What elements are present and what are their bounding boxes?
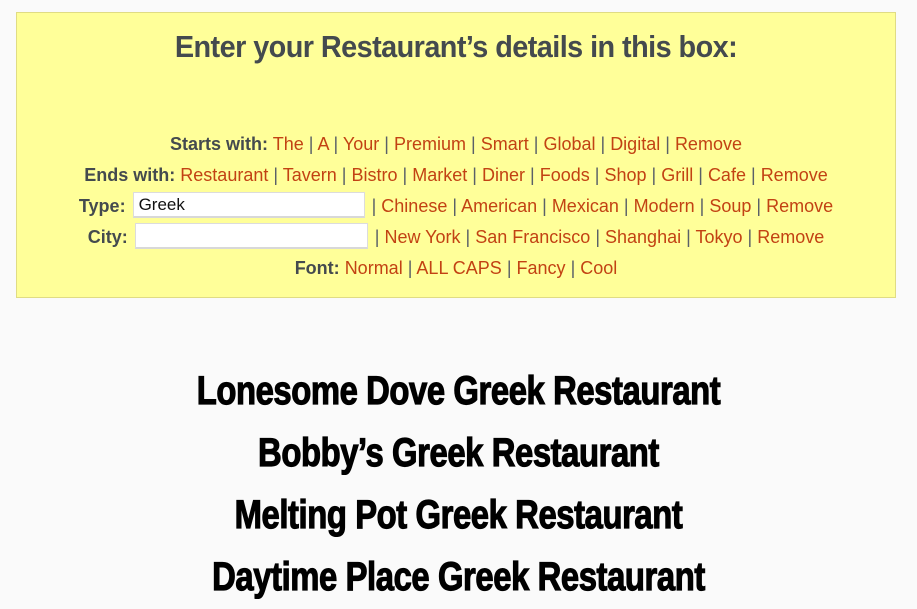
ends-with-option-tavern[interactable]: Tavern xyxy=(283,165,337,185)
type-option-chinese[interactable]: Chinese xyxy=(381,196,447,216)
type-option-american[interactable]: American xyxy=(461,196,537,216)
type-option-soup[interactable]: Soup xyxy=(709,196,751,216)
separator: | xyxy=(570,258,576,278)
city-option-san-francisco[interactable]: San Francisco xyxy=(475,227,590,247)
separator: | xyxy=(623,196,629,216)
city-remove-link[interactable]: Remove xyxy=(757,227,824,247)
starts-with-option-your[interactable]: Your xyxy=(343,134,379,154)
starts-with-label: Starts with: xyxy=(170,134,269,154)
separator: | xyxy=(308,134,314,154)
starts-with-option-digital[interactable]: Digital xyxy=(610,134,660,154)
city-option-new-york[interactable]: New York xyxy=(384,227,460,247)
ends-with-option-cafe[interactable]: Cafe xyxy=(708,165,746,185)
starts-with-option-global[interactable]: Global xyxy=(543,134,595,154)
separator: | xyxy=(698,165,703,185)
starts-with-option-smart[interactable]: Smart xyxy=(481,134,529,154)
type-option-mexican[interactable]: Mexican xyxy=(552,196,619,216)
starts-with-option-the[interactable]: The xyxy=(273,134,304,154)
separator: | xyxy=(756,196,762,216)
separator: | xyxy=(594,165,600,185)
font-option-normal[interactable]: Normal xyxy=(345,258,403,278)
generated-name: Daytime Place Greek Restaurant xyxy=(212,554,706,599)
box-title: Enter your Restaurant’s details in this … xyxy=(174,29,738,64)
separator: | xyxy=(273,165,279,185)
starts-with-row: Starts with: The | A | Your | Premium | … xyxy=(17,133,895,155)
city-option-shanghai[interactable]: Shanghai xyxy=(605,227,681,247)
separator: | xyxy=(750,165,756,185)
ends-with-option-restaurant[interactable]: Restaurant xyxy=(180,165,268,185)
separator: | xyxy=(333,134,339,154)
separator: | xyxy=(371,196,377,216)
starts-with-option-a[interactable]: A xyxy=(317,134,328,154)
separator: | xyxy=(384,134,389,154)
type-row: Type: | Chinese | American | Mexican | M… xyxy=(17,192,895,219)
starts-with-option-premium[interactable]: Premium xyxy=(394,134,466,154)
type-input[interactable] xyxy=(132,192,365,219)
separator: | xyxy=(407,258,413,278)
separator: | xyxy=(341,165,347,185)
ends-with-option-shop[interactable]: Shop xyxy=(604,165,646,185)
ends-with-label: Ends with: xyxy=(84,165,176,185)
separator: | xyxy=(471,134,476,154)
separator: | xyxy=(699,196,705,216)
generated-names-list: Lonesome Dove Greek Restaurant Bobby’s G… xyxy=(0,360,917,608)
font-option-cool[interactable]: Cool xyxy=(580,258,617,278)
font-option-all-caps[interactable]: ALL CAPS xyxy=(416,258,501,278)
restaurant-details-box: Enter your Restaurant’s details in this … xyxy=(16,12,896,298)
separator: | xyxy=(472,165,477,185)
ends-with-option-bistro[interactable]: Bistro xyxy=(352,165,398,185)
ends-with-row: Ends with: Restaurant | Tavern | Bistro … xyxy=(17,164,895,186)
generated-name: Lonesome Dove Greek Restaurant xyxy=(196,368,721,413)
generated-name: Bobby’s Greek Restaurant xyxy=(258,430,660,475)
separator: | xyxy=(465,227,471,247)
separator: | xyxy=(686,227,691,247)
separator: | xyxy=(651,165,657,185)
font-row: Font: Normal | ALL CAPS | Fancy | Cool xyxy=(17,257,895,279)
font-label: Font: xyxy=(294,258,340,278)
city-option-tokyo[interactable]: Tokyo xyxy=(695,227,742,247)
separator: | xyxy=(665,134,670,154)
type-label: Type: xyxy=(78,196,126,216)
separator: | xyxy=(402,165,408,185)
ends-with-option-grill[interactable]: Grill xyxy=(661,165,693,185)
font-option-fancy[interactable]: Fancy xyxy=(517,258,566,278)
separator: | xyxy=(600,134,606,154)
ends-with-option-diner[interactable]: Diner xyxy=(482,165,525,185)
separator: | xyxy=(533,134,539,154)
type-remove-link[interactable]: Remove xyxy=(766,196,833,216)
ends-with-option-foods[interactable]: Foods xyxy=(540,165,590,185)
separator: | xyxy=(506,258,512,278)
ends-with-option-market[interactable]: Market xyxy=(412,165,467,185)
city-input[interactable] xyxy=(134,223,368,250)
separator: | xyxy=(452,196,458,216)
city-row: City: | New York | San Francisco | Shang… xyxy=(17,223,895,250)
separator: | xyxy=(542,196,547,216)
separator: | xyxy=(374,227,380,247)
city-label: City: xyxy=(87,227,128,247)
separator: | xyxy=(747,227,753,247)
separator: | xyxy=(595,227,600,247)
generated-name: Melting Pot Greek Restaurant xyxy=(234,492,683,537)
separator: | xyxy=(530,165,535,185)
type-option-modern[interactable]: Modern xyxy=(634,196,695,216)
ends-with-remove-link[interactable]: Remove xyxy=(761,165,828,185)
starts-with-remove-link[interactable]: Remove xyxy=(675,134,742,154)
